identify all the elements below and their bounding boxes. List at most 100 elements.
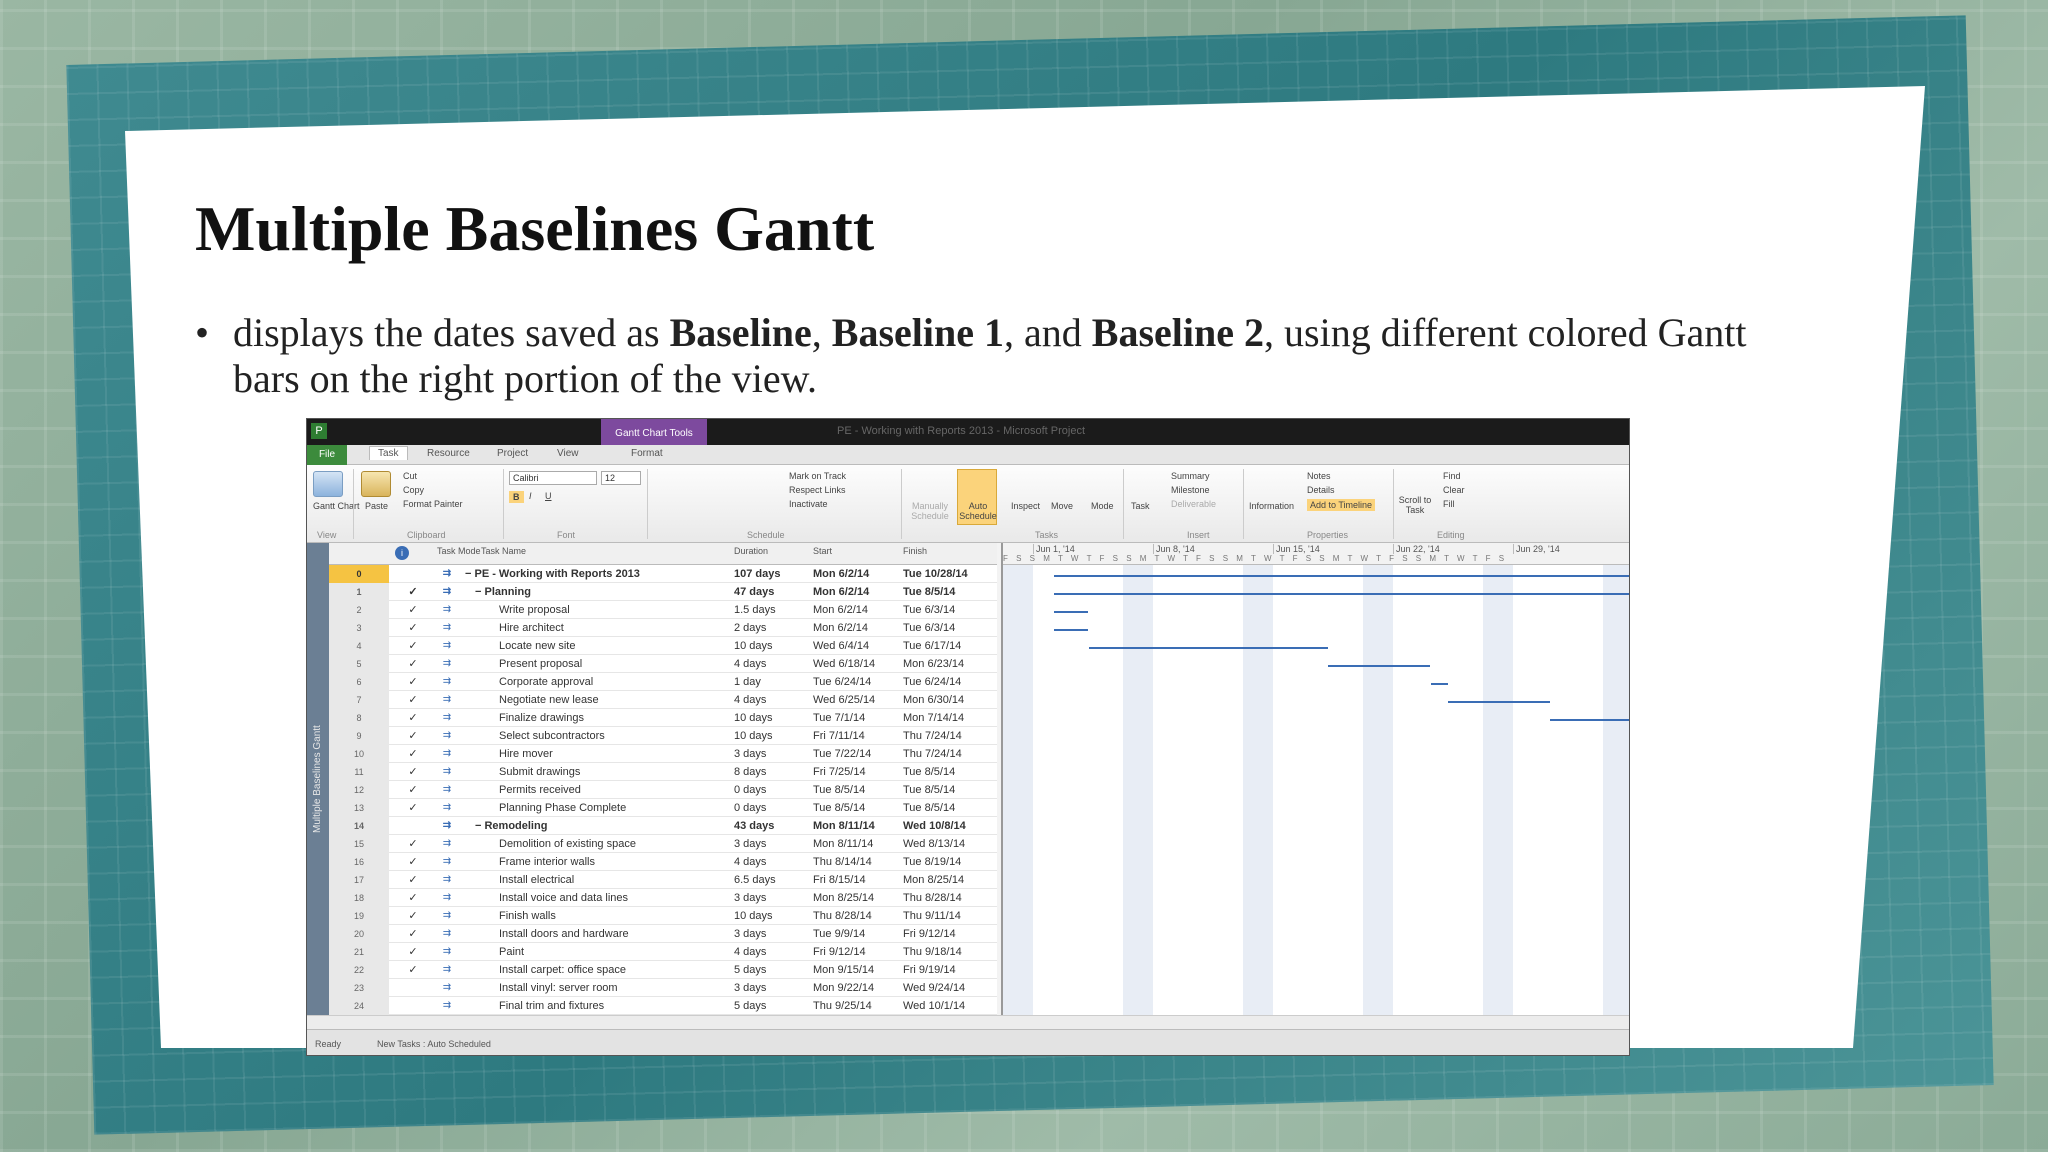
task-start[interactable]: Thu 8/14/14 bbox=[813, 853, 903, 871]
gantt-bar[interactable] bbox=[1447, 701, 1551, 703]
col-duration[interactable]: Duration bbox=[734, 546, 768, 556]
table-row[interactable]: 2 ✓ ⇉ Write proposal 1.5 days Mon 6/2/14 Tue 6… bbox=[329, 601, 997, 619]
task-duration[interactable]: 4 days bbox=[734, 655, 810, 673]
table-row[interactable]: 1 ✓ ⇉ − Planning 47 days Mon 6/2/14 Tue 8/5/14 bbox=[329, 583, 997, 601]
task-duration[interactable]: 8 days bbox=[734, 763, 810, 781]
inspect-button[interactable]: Inspect bbox=[1011, 501, 1040, 511]
task-finish[interactable]: Wed 10/1/14 bbox=[903, 997, 997, 1015]
task-name[interactable]: Permits received bbox=[459, 781, 739, 799]
font-size-field[interactable]: 12 bbox=[601, 471, 641, 485]
table-row[interactable]: 14 ⇉ − Remodeling 43 days Mon 8/11/14 Wed 10/… bbox=[329, 817, 997, 835]
task-start[interactable]: Mon 8/25/14 bbox=[813, 889, 903, 907]
gantt-bar[interactable] bbox=[1430, 683, 1448, 685]
task-finish[interactable]: Thu 9/11/14 bbox=[903, 907, 997, 925]
task-start[interactable]: Tue 7/22/14 bbox=[813, 745, 903, 763]
task-finish[interactable]: Fri 9/19/14 bbox=[903, 961, 997, 979]
table-row[interactable]: 23 ⇉ Install vinyl: server room 3 days Mon 9… bbox=[329, 979, 997, 997]
find-button[interactable]: Find bbox=[1443, 471, 1461, 481]
task-start[interactable]: Mon 6/2/14 bbox=[813, 583, 903, 601]
table-row[interactable]: 11 ✓ ⇉ Submit drawings 8 days Fri 7/25/14 Tue … bbox=[329, 763, 997, 781]
task-duration[interactable]: 4 days bbox=[734, 691, 810, 709]
table-row[interactable]: 4 ✓ ⇉ Locate new site 10 days Wed 6/4/14 Tue 6… bbox=[329, 637, 997, 655]
task-finish[interactable]: Wed 8/13/14 bbox=[903, 835, 997, 853]
table-row[interactable]: 7 ✓ ⇉ Negotiate new lease 4 days Wed 6/25/14 M… bbox=[329, 691, 997, 709]
task-start[interactable]: Thu 8/28/14 bbox=[813, 907, 903, 925]
milestone-button[interactable]: Milestone bbox=[1171, 485, 1210, 495]
inactivate-button[interactable]: Inactivate bbox=[789, 499, 828, 509]
task-start[interactable]: Wed 6/4/14 bbox=[813, 637, 903, 655]
task-start[interactable]: Fri 7/11/14 bbox=[813, 727, 903, 745]
mark-on-track-button[interactable]: Mark on Track bbox=[789, 471, 846, 481]
task-duration[interactable]: 5 days bbox=[734, 961, 810, 979]
task-start[interactable]: Tue 8/5/14 bbox=[813, 799, 903, 817]
task-start[interactable]: Mon 9/15/14 bbox=[813, 961, 903, 979]
table-row[interactable]: 20 ✓ ⇉ Install doors and hardware 3 days Tue … bbox=[329, 925, 997, 943]
task-finish[interactable]: Thu 7/24/14 bbox=[903, 727, 997, 745]
task-start[interactable]: Mon 6/2/14 bbox=[813, 619, 903, 637]
gantt-bar[interactable] bbox=[1550, 719, 1629, 721]
task-finish[interactable]: Mon 6/23/14 bbox=[903, 655, 997, 673]
move-button[interactable]: Move bbox=[1051, 501, 1073, 511]
table-row[interactable]: 3 ✓ ⇉ Hire architect 2 days Mon 6/2/14 Tue 6/3… bbox=[329, 619, 997, 637]
task-start[interactable]: Fri 9/12/14 bbox=[813, 943, 903, 961]
task-start[interactable]: Mon 9/22/14 bbox=[813, 979, 903, 997]
task-start[interactable]: Tue 6/24/14 bbox=[813, 673, 903, 691]
task-name[interactable]: Finalize drawings bbox=[459, 709, 739, 727]
task-name[interactable]: Finish walls bbox=[459, 907, 739, 925]
add-to-timeline-button[interactable]: Add to Timeline bbox=[1307, 499, 1376, 511]
task-name[interactable]: Paint bbox=[459, 943, 739, 961]
task-duration[interactable]: 4 days bbox=[734, 853, 810, 871]
task-duration[interactable]: 4 days bbox=[734, 943, 810, 961]
gantt-bar[interactable] bbox=[1054, 593, 1629, 595]
task-finish[interactable]: Mon 7/14/14 bbox=[903, 709, 997, 727]
table-row[interactable]: 15 ✓ ⇉ Demolition of existing space 3 days Mo… bbox=[329, 835, 997, 853]
paste-icon[interactable] bbox=[361, 471, 391, 497]
task-duration[interactable]: 10 days bbox=[734, 727, 810, 745]
font-name-field[interactable]: Calibri bbox=[509, 471, 597, 485]
table-row[interactable]: 13 ✓ ⇉ Planning Phase Complete 0 days Tue 8/5… bbox=[329, 799, 997, 817]
task-duration[interactable]: 10 days bbox=[734, 709, 810, 727]
task-finish[interactable]: Thu 7/24/14 bbox=[903, 745, 997, 763]
task-duration[interactable]: 107 days bbox=[734, 565, 810, 583]
task-start[interactable]: Tue 8/5/14 bbox=[813, 781, 903, 799]
task-finish[interactable]: Mon 6/30/14 bbox=[903, 691, 997, 709]
task-duration[interactable]: 3 days bbox=[734, 925, 810, 943]
task-name[interactable]: Final trim and fixtures bbox=[459, 997, 739, 1015]
task-button[interactable]: Task bbox=[1131, 501, 1150, 511]
task-name[interactable]: Install carpet: office space bbox=[459, 961, 739, 979]
task-duration[interactable]: 0 days bbox=[734, 799, 810, 817]
task-duration[interactable]: 1 day bbox=[734, 673, 810, 691]
task-name[interactable]: Locate new site bbox=[459, 637, 739, 655]
table-row[interactable]: 17 ✓ ⇉ Install electrical 6.5 days Fri 8/15/1… bbox=[329, 871, 997, 889]
gantt-chart-icon[interactable] bbox=[313, 471, 343, 497]
task-start[interactable]: Tue 9/9/14 bbox=[813, 925, 903, 943]
task-start[interactable]: Mon 6/2/14 bbox=[813, 565, 903, 583]
notes-button[interactable]: Notes bbox=[1307, 471, 1331, 481]
gantt-bar[interactable] bbox=[1327, 665, 1431, 667]
task-finish[interactable]: Tue 8/5/14 bbox=[903, 583, 997, 601]
fill-button[interactable]: Fill bbox=[1443, 499, 1455, 509]
task-start[interactable]: Mon 8/11/14 bbox=[813, 835, 903, 853]
task-finish[interactable]: Wed 10/8/14 bbox=[903, 817, 997, 835]
task-name[interactable]: Frame interior walls bbox=[459, 853, 739, 871]
task-finish[interactable]: Tue 8/5/14 bbox=[903, 781, 997, 799]
tab-project[interactable]: Project bbox=[497, 448, 528, 459]
table-row[interactable]: 0 ⇉ − PE - Working with Reports 2013 107 da… bbox=[329, 565, 997, 583]
details-button[interactable]: Details bbox=[1307, 485, 1335, 495]
context-tab-gantt-tools[interactable]: Gantt Chart Tools bbox=[601, 419, 707, 445]
task-finish[interactable]: Tue 6/3/14 bbox=[903, 601, 997, 619]
task-start[interactable]: Wed 6/18/14 bbox=[813, 655, 903, 673]
auto-schedule-button[interactable]: Auto Schedule bbox=[958, 501, 998, 521]
task-duration[interactable]: 10 days bbox=[734, 907, 810, 925]
task-finish[interactable]: Tue 10/28/14 bbox=[903, 565, 997, 583]
task-duration[interactable]: 5 days bbox=[734, 997, 810, 1015]
manually-schedule-button[interactable]: Manually Schedule bbox=[907, 501, 953, 521]
underline-button[interactable]: U bbox=[545, 491, 552, 501]
task-name[interactable]: Install doors and hardware bbox=[459, 925, 739, 943]
task-finish[interactable]: Wed 9/24/14 bbox=[903, 979, 997, 997]
table-row[interactable]: 18 ✓ ⇉ Install voice and data lines 3 days Mo… bbox=[329, 889, 997, 907]
task-name[interactable]: Write proposal bbox=[459, 601, 739, 619]
table-row[interactable]: 21 ✓ ⇉ Paint 4 days Fri 9/12/14 Thu 9/18/14 bbox=[329, 943, 997, 961]
task-name[interactable]: − Planning bbox=[459, 583, 739, 601]
task-name[interactable]: Hire architect bbox=[459, 619, 739, 637]
